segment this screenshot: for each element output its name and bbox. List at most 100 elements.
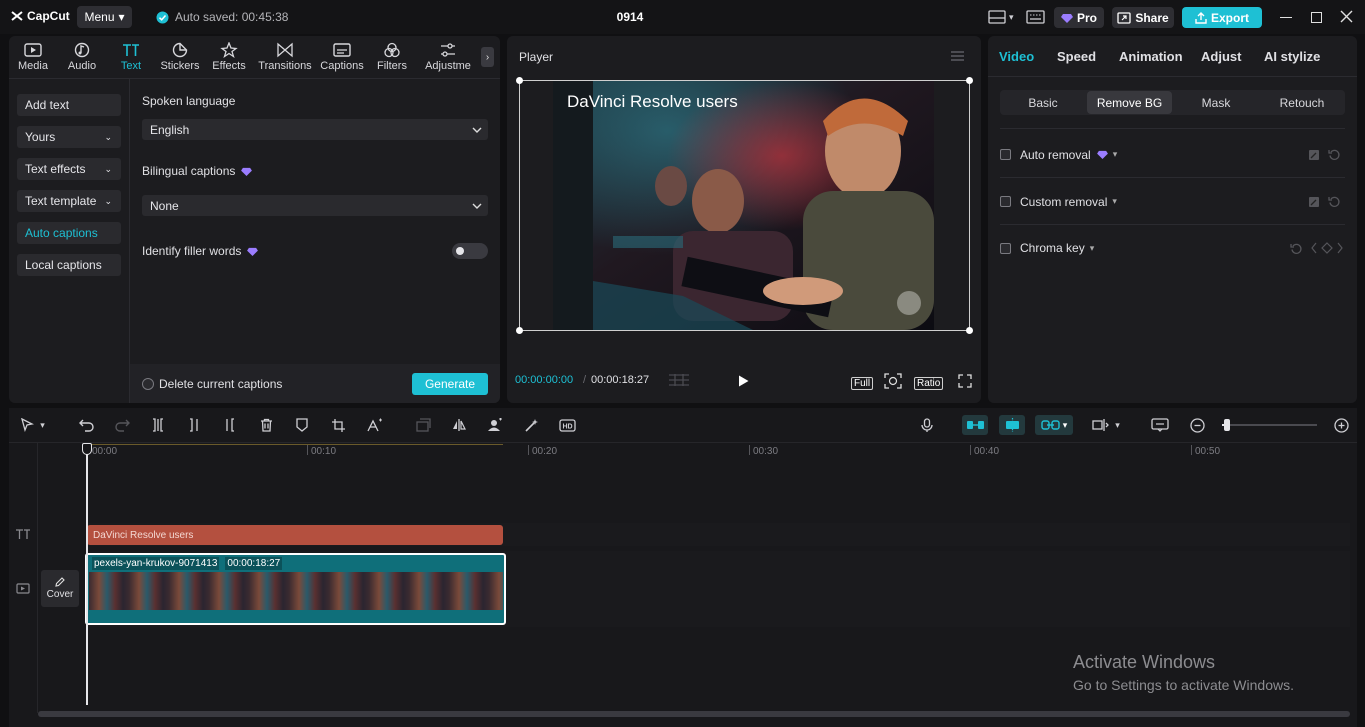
crop-icon[interactable] [329,416,347,434]
zoom-fit-icon[interactable] [884,373,902,389]
delete-captions-checkbox[interactable]: Delete current captions [142,377,282,391]
minimize-icon[interactable] [1280,17,1292,18]
undo-icon[interactable] [77,416,95,434]
zoom-slider-handle[interactable] [1224,419,1230,431]
timeline-toolbar-divider [9,442,1357,443]
pro-button[interactable]: Pro [1054,7,1104,28]
yours-button[interactable]: Yours ⌄ [17,126,121,148]
tab-ai-stylize[interactable]: AI stylize [1264,49,1320,64]
auto-captions-button[interactable]: Auto captions [17,222,121,244]
marker-icon[interactable] [293,416,311,434]
tab-effects[interactable]: Effects [205,42,253,76]
subtab-basic[interactable]: Basic [1001,91,1085,114]
share-button[interactable]: Share [1112,7,1174,28]
resize-handle[interactable] [966,77,973,84]
play-button[interactable] [738,375,749,387]
linkage-button[interactable]: ▾ [1035,415,1073,435]
subtab-retouch[interactable]: Retouch [1260,91,1344,114]
layout-button[interactable]: ▾ [988,10,1014,24]
playhead[interactable] [86,443,88,705]
full-quality-button[interactable]: Full [851,375,874,390]
edit-brush-icon[interactable] [1308,149,1320,161]
magic-wand-icon[interactable] [522,416,540,434]
tab-filters[interactable]: Filters [368,42,416,76]
main-track-magnet-button[interactable] [962,415,988,435]
keyboard-icon[interactable] [1026,10,1045,24]
tab-animation[interactable]: Animation [1119,49,1183,64]
caption-track-icon[interactable] [1151,416,1169,434]
spoken-language-select[interactable]: English [142,119,488,140]
text-effects-button[interactable]: Text effects ⌄ [17,158,121,180]
reset-icon[interactable] [1290,242,1303,255]
menu-button[interactable]: Menu ▾ [77,6,132,28]
trim-left-icon[interactable] [185,416,203,434]
generate-button[interactable]: Generate [412,373,488,395]
timeline-horizontal-scrollbar[interactable] [38,711,1350,717]
ruler-tick [1191,445,1192,455]
tab-text[interactable]: Text [107,42,155,76]
delete-icon[interactable] [257,416,275,434]
preview-axis-button[interactable]: ▾ [1088,416,1124,434]
auto-removal-checkbox[interactable] [1000,149,1011,160]
subtab-mask[interactable]: Mask [1174,91,1258,114]
add-media-icon[interactable] [414,416,432,434]
microphone-icon[interactable] [918,416,936,434]
redo-icon[interactable] [113,416,131,434]
ratio-button[interactable]: Ratio [914,375,944,390]
chevron-down-icon[interactable]: ▾ [1112,196,1117,207]
edit-brush-icon[interactable] [1308,196,1320,208]
text-template-button[interactable]: Text template ⌄ [17,190,121,212]
split-icon[interactable] [149,416,167,434]
tab-stickers[interactable]: Stickers [156,42,204,76]
subtab-remove-bg[interactable]: Remove BG [1087,91,1172,114]
chevron-down-icon[interactable]: ▾ [1113,149,1118,160]
filler-words-toggle[interactable] [452,243,488,259]
video-clip[interactable]: pexels-yan-krukov-9071413 00:00:18:27 [85,553,506,625]
tab-video[interactable]: Video [999,49,1034,64]
hd-icon[interactable]: HD [558,416,576,434]
bilingual-captions-select[interactable]: None [142,195,488,216]
video-preview[interactable] [553,81,934,330]
auto-snapping-button[interactable] [999,415,1025,435]
resize-handle[interactable] [966,327,973,334]
tab-captions[interactable]: Captions [318,42,366,76]
player-menu-icon[interactable] [951,51,964,61]
auto-reframe-icon[interactable] [365,416,383,434]
maximize-icon[interactable] [1311,12,1322,23]
local-captions-button[interactable]: Local captions [17,254,121,276]
reset-icon[interactable] [1328,148,1341,161]
reset-icon[interactable] [1328,195,1341,208]
trim-right-icon[interactable] [221,416,239,434]
zoom-slider-track[interactable] [1222,424,1317,426]
chevron-down-icon[interactable]: ▾ [1090,243,1095,254]
person-effect-icon[interactable] [486,416,504,434]
fullscreen-icon[interactable] [958,374,972,388]
timeline-grid-icon[interactable] [668,373,690,387]
tab-media[interactable]: Media [9,42,57,76]
tab-adjust[interactable]: Adjust [1201,49,1241,64]
tab-speed[interactable]: Speed [1057,49,1096,64]
text-clip[interactable]: DaVinci Resolve users [87,525,503,545]
keyframe-icon[interactable] [1311,242,1343,254]
mirror-icon[interactable] [450,416,468,434]
auto-removal-label: Auto removal [1020,147,1091,162]
tab-adjustment[interactable]: Adjustme [418,42,478,76]
playhead-handle[interactable] [82,443,92,455]
tab-transitions[interactable]: Transitions [258,42,312,76]
cover-button[interactable]: Cover [41,570,79,607]
current-time: 00:00:00:00 [515,374,574,386]
overlay-caption-text[interactable]: DaVinci Resolve users [567,92,738,112]
chroma-key-checkbox[interactable] [1000,242,1011,254]
export-button[interactable]: Export [1182,7,1262,28]
add-text-button[interactable]: Add text [17,94,121,116]
tab-audio[interactable]: Audio [58,42,106,76]
close-icon[interactable] [1340,10,1353,23]
zoom-in-icon[interactable] [1332,416,1350,434]
effects-icon [220,42,238,58]
select-tool-button[interactable]: ▾ [16,416,50,434]
tabs-scroll-right-button[interactable]: › [481,47,494,67]
custom-removal-checkbox[interactable] [1000,196,1011,207]
resize-handle[interactable] [516,77,523,84]
zoom-out-icon[interactable] [1188,416,1206,434]
resize-handle[interactable] [516,327,523,334]
